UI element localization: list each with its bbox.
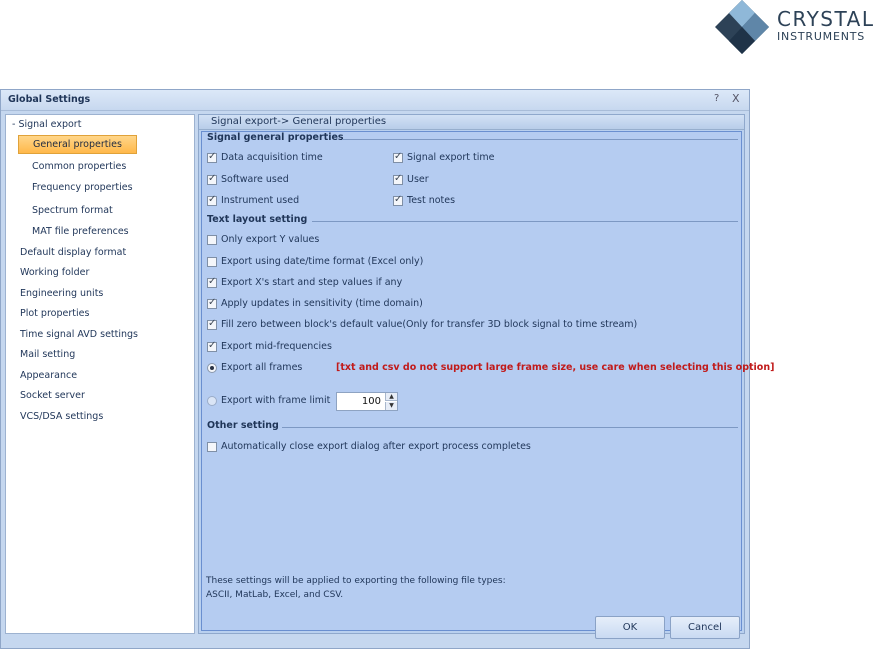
tree-item-signal-export[interactable]: - Signal export: [12, 119, 81, 130]
option-label: Software used: [221, 174, 289, 185]
option-label: Export X's start and step values if any: [221, 277, 403, 288]
crystal-instruments-logo: CRYSTAL INSTRUMENTS: [714, 0, 891, 56]
option-auto-close-export-dialog[interactable]: Automatically close export dialog after …: [207, 441, 531, 452]
dialog-title: Global Settings: [8, 94, 91, 105]
tree-item-mat-file-preferences[interactable]: MAT file preferences: [32, 226, 129, 237]
settings-tree: - Signal export General properties Commo…: [5, 114, 195, 634]
option-user[interactable]: User: [393, 173, 429, 185]
option-label: Test notes: [407, 195, 456, 206]
option-label: Apply updates in sensitivity (time domai…: [221, 298, 423, 309]
option-software-used[interactable]: Software used: [207, 173, 289, 185]
frame-limit-stepper[interactable]: ▲ ▼: [336, 392, 398, 411]
settings-panel: Signal export-> General properties Signa…: [198, 114, 774, 634]
checkbox[interactable]: [207, 151, 217, 163]
file-types-note-line1: These settings will be applied to export…: [206, 576, 506, 586]
radio-export-all-frames[interactable]: Export all frames: [207, 362, 302, 373]
checkbox[interactable]: [207, 441, 217, 452]
group-divider: [282, 427, 738, 428]
checkbox[interactable]: [207, 194, 217, 206]
radio-label: Export with frame limit: [221, 395, 331, 406]
checkbox[interactable]: [393, 173, 403, 185]
radio-export-with-frame-limit[interactable]: Export with frame limit: [207, 395, 330, 406]
option-label: Fill zero between block's default value(…: [221, 319, 638, 330]
tree-item-frequency-properties[interactable]: Frequency properties: [32, 182, 133, 193]
group-title-text-layout: Text layout setting: [207, 214, 308, 225]
checkbox[interactable]: [207, 234, 217, 245]
stepper-up-icon[interactable]: ▲: [385, 393, 397, 401]
option-only-export-y-values[interactable]: Only export Y values: [207, 234, 319, 245]
tree-item-spectrum-format[interactable]: Spectrum format: [32, 205, 113, 216]
tree-item-working-folder[interactable]: Working folder: [20, 267, 89, 278]
close-icon[interactable]: X: [732, 92, 740, 105]
option-label: Export mid-frequencies: [221, 341, 332, 352]
ok-button[interactable]: OK: [595, 616, 665, 639]
checkbox[interactable]: [207, 340, 217, 352]
option-test-notes[interactable]: Test notes: [393, 194, 456, 206]
checkbox[interactable]: [393, 194, 403, 206]
checkbox[interactable]: [207, 256, 217, 267]
option-export-mid-frequencies[interactable]: Export mid-frequencies: [207, 340, 332, 352]
option-signal-export-time[interactable]: Signal export time: [393, 151, 495, 163]
checkbox[interactable]: [207, 297, 217, 309]
option-label: Export using date/time format (Excel onl…: [221, 256, 424, 267]
logo-text-instruments: INSTRUMENTS: [777, 30, 866, 43]
frame-limit-input[interactable]: [339, 395, 381, 408]
option-data-acquisition-time[interactable]: Data acquisition time: [207, 151, 323, 163]
option-apply-sensitivity-updates[interactable]: Apply updates in sensitivity (time domai…: [207, 297, 423, 309]
file-types-note-line2: ASCII, MatLab, Excel, and CSV.: [206, 590, 344, 600]
global-settings-dialog: Global Settings ? X - Signal export Gene…: [0, 89, 774, 649]
radio-button[interactable]: [207, 362, 217, 373]
panel-header: Signal export-> General properties: [199, 115, 744, 130]
group-title-general: Signal general properties: [207, 132, 344, 143]
checkbox[interactable]: [393, 151, 403, 163]
checkbox[interactable]: [207, 318, 217, 330]
radio-button[interactable]: [207, 395, 217, 406]
logo-text-crystal: CRYSTAL: [777, 7, 875, 31]
tree-item-time-signal-avd-settings[interactable]: Time signal AVD settings: [20, 329, 138, 340]
panel-body: Signal general properties Data acquisiti…: [201, 131, 774, 631]
tree-item-general-properties[interactable]: General properties: [18, 135, 137, 154]
frame-size-warning: [txt and csv do not support large frame …: [336, 362, 775, 373]
group-divider: [342, 139, 738, 140]
page: CRYSTAL INSTRUMENTS Global Settings ? X …: [0, 0, 891, 649]
tree-item-common-properties[interactable]: Common properties: [32, 161, 126, 172]
dialog-titlebar[interactable]: Global Settings ? X: [1, 90, 749, 111]
checkbox[interactable]: [207, 276, 217, 288]
tree-item-vcs-dsa-settings[interactable]: VCS/DSA settings: [20, 411, 103, 422]
option-label: Automatically close export dialog after …: [221, 441, 531, 452]
option-export-x-start-step[interactable]: Export X's start and step values if any: [207, 276, 403, 288]
tree-item-plot-properties[interactable]: Plot properties: [20, 308, 89, 319]
panel-header-title: Signal export-> General properties: [211, 116, 387, 127]
option-label: Signal export time: [407, 152, 495, 163]
diamond-logo-icon: [715, 0, 769, 54]
option-export-date-time-format[interactable]: Export using date/time format (Excel onl…: [207, 256, 423, 267]
option-label: Only export Y values: [221, 234, 320, 245]
group-title-other: Other setting: [207, 420, 279, 431]
tree-item-default-display-format[interactable]: Default display format: [20, 247, 126, 258]
radio-label: Export all frames: [221, 362, 303, 373]
tree-item-engineering-units[interactable]: Engineering units: [20, 288, 103, 299]
help-icon[interactable]: ?: [714, 93, 719, 104]
option-fill-zero-between-blocks[interactable]: Fill zero between block's default value(…: [207, 318, 638, 330]
stepper-down-icon[interactable]: ▼: [385, 402, 397, 410]
option-label: Data acquisition time: [221, 152, 323, 163]
checkbox[interactable]: [207, 173, 217, 185]
option-instrument-used[interactable]: Instrument used: [207, 194, 300, 206]
tree-item-appearance[interactable]: Appearance: [20, 370, 77, 381]
tree-item-socket-server[interactable]: Socket server: [20, 390, 85, 401]
group-divider: [312, 221, 738, 222]
option-label: User: [407, 174, 429, 185]
tree-item-mail-setting[interactable]: Mail setting: [20, 349, 75, 360]
option-label: Instrument used: [221, 195, 300, 206]
cancel-button[interactable]: Cancel: [670, 616, 740, 639]
